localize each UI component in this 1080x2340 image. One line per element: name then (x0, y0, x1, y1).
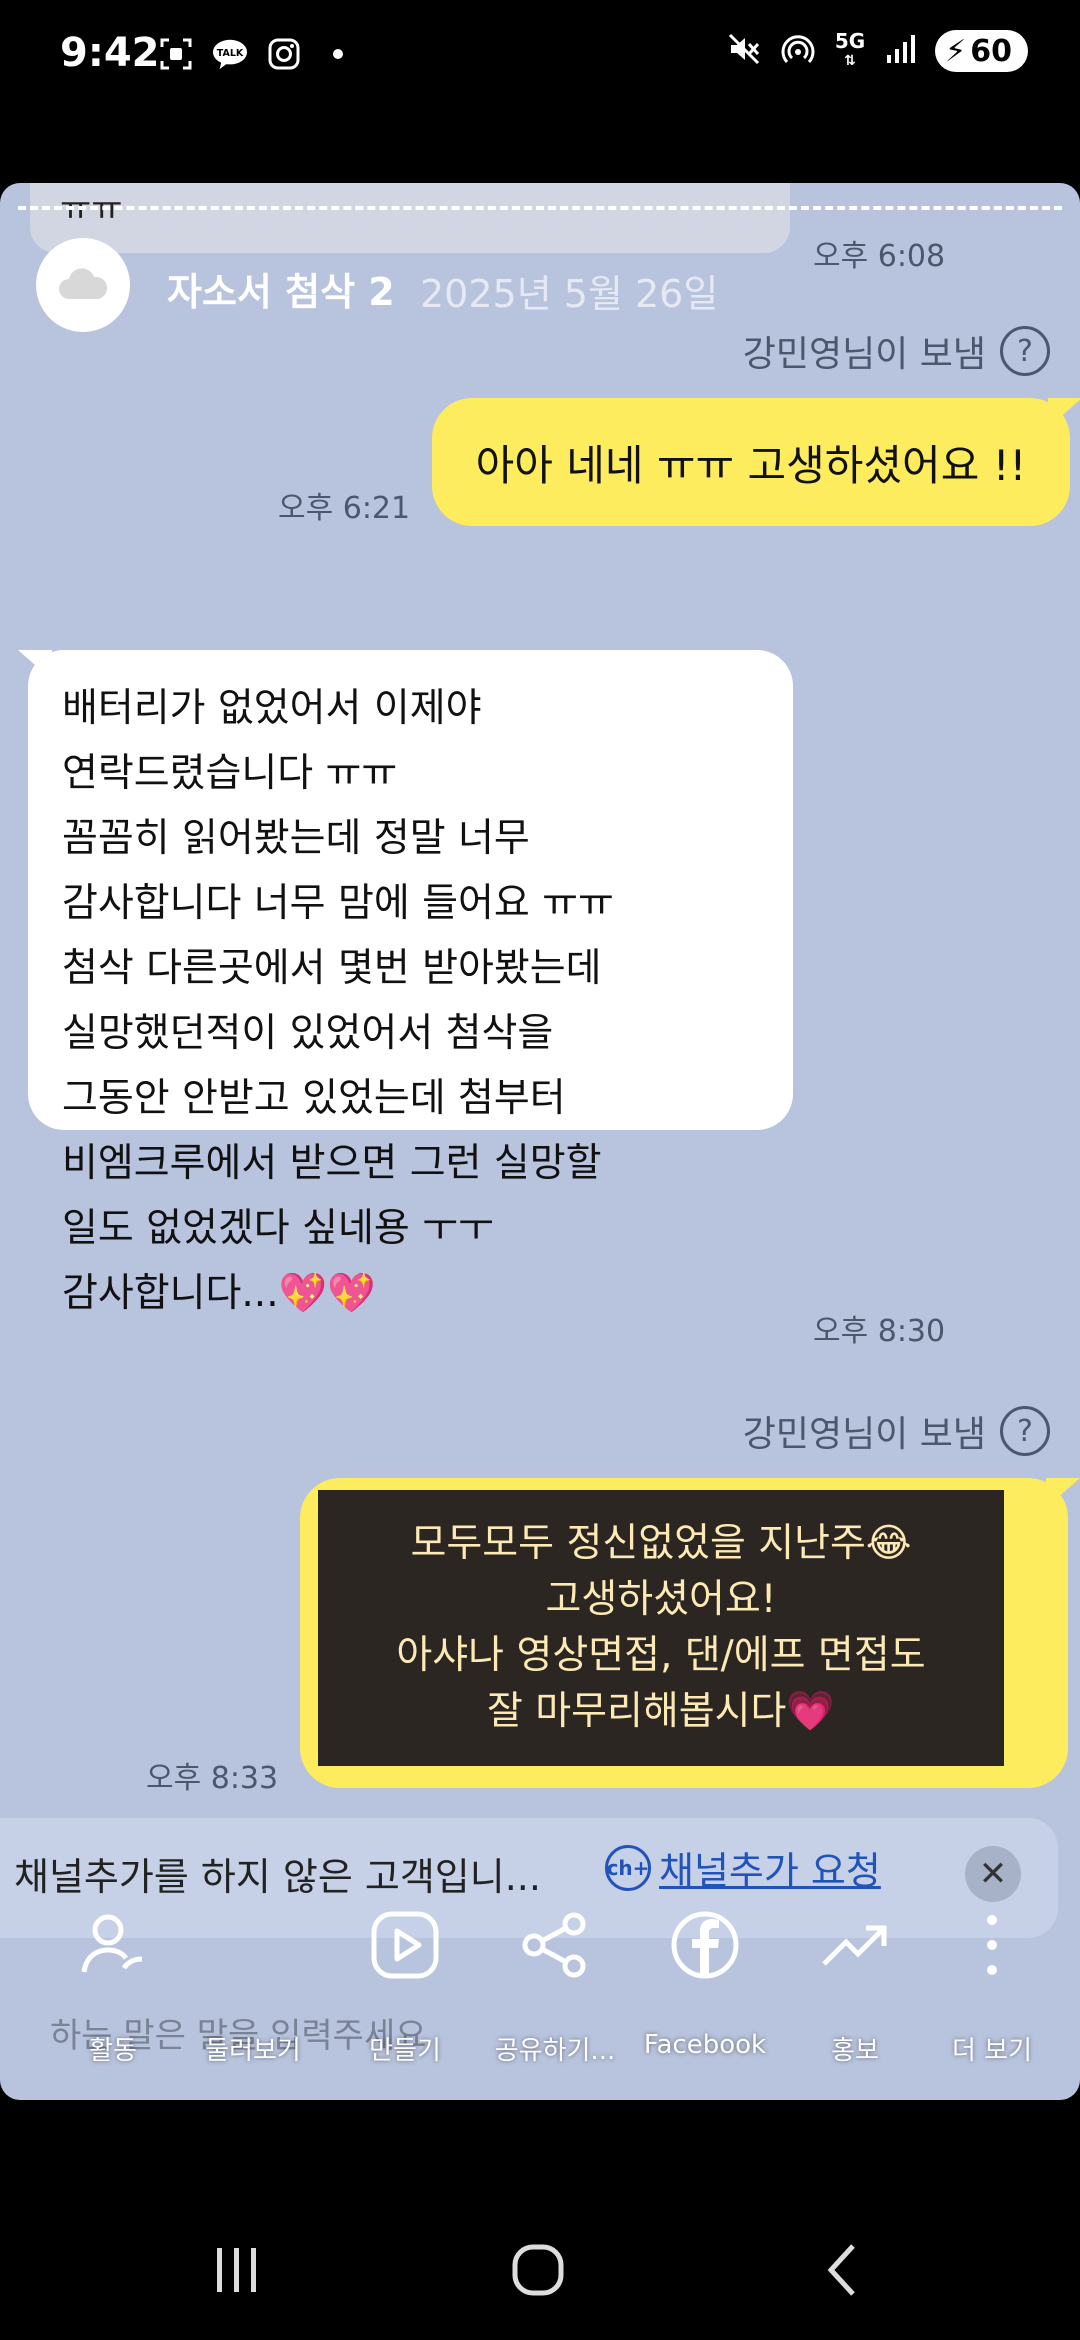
message-line: 연락드렸습니다 ㅠㅠ (62, 751, 398, 796)
action-share[interactable]: 공유하기... (480, 1900, 630, 2067)
chat-room-date: 2025년 5월 26일 (420, 272, 719, 316)
timestamp: 오후 6:21 (278, 491, 411, 526)
instagram-icon (266, 36, 302, 72)
status-left-icons: TALK (158, 36, 356, 72)
more-vertical-icon (982, 1900, 1002, 1990)
timestamp: 오후 6:08 (813, 239, 946, 274)
action-label: 만들기 (369, 2036, 441, 2066)
kakaotalk-icon: TALK (212, 36, 248, 72)
action-label: 더 보기 (951, 2036, 1033, 2066)
message-text: 아아 네네 ㅠㅠ 고생하셨어요 !! (475, 440, 1027, 490)
channel-notice-text: 채널추가를 하지 않은 고객입니... (14, 1855, 541, 1899)
sent-by-text: 강민영님이 보냄 (742, 1414, 986, 1455)
sent-by-label: 강민영님이 보냄 ? (743, 1405, 1050, 1457)
message-image-text: 모두모두 정신없었을 지난주😂 고생하셨어요! 아샤나 영상면접, 댄/에프 면… (318, 1490, 1004, 1766)
action-promote[interactable]: 홍보 (780, 1900, 930, 2067)
message-line: 아샤나 영상면접, 댄/에프 면접도 (396, 1633, 926, 1678)
facebook-icon (668, 1900, 742, 1990)
message-line: 비엠크루에서 받으면 그런 실망할 (62, 1141, 602, 1186)
bubble-tail (1046, 1478, 1080, 1508)
channel-add-icon: ch+ (605, 1844, 651, 1891)
message-line: 잘 마무리해봅시다💗 (487, 1689, 835, 1734)
back-icon[interactable] (797, 2230, 887, 2310)
share-action-bar: 활동 둘러보기 만들기 공유하기... Facebook 홍보 더 보기 (0, 1900, 1080, 2125)
recents-icon[interactable] (192, 2230, 282, 2310)
action-label: Facebook (643, 2030, 767, 2060)
bubble-tail (18, 650, 52, 680)
message-line: 고생하셨어요! (545, 1577, 777, 1622)
cloud-icon (59, 268, 108, 299)
signal-icon (885, 33, 916, 69)
action-label: 홍보 (831, 2036, 879, 2066)
chat-room-title: 자소서 첨삭 2 (167, 270, 395, 314)
share-icon (518, 1900, 592, 1990)
message-line: 실망했던적이 있었어서 첨삭을 (62, 1011, 554, 1056)
help-icon[interactable]: ? (1000, 326, 1050, 376)
battery-level: 60 (970, 33, 1012, 69)
svg-text:TALK: TALK (217, 48, 244, 59)
sent-by-text: 강민영님이 보냄 (742, 334, 986, 375)
network-label: 5G (834, 29, 866, 53)
battery-indicator: ⚡ 60 (935, 30, 1028, 72)
message-line: 모두모두 정신없었을 지난주😂 (410, 1521, 912, 1566)
message-line: 꼼꼼히 읽어봤는데 정말 너무 (62, 816, 530, 861)
action-more[interactable]: 더 보기 (917, 1900, 1067, 2067)
timestamp: 오후 8:33 (146, 1761, 279, 1796)
message-line: 그동안 안받고 있었는데 첨부터 (62, 1076, 566, 1121)
action-browse[interactable]: 둘러보기 (178, 1900, 328, 2067)
action-facebook[interactable]: Facebook (630, 1900, 780, 2060)
trending-icon (818, 1900, 892, 1990)
message-line: 배터리가 없었어서 이제야 (62, 686, 482, 731)
action-create[interactable]: 만들기 (330, 1900, 480, 2067)
bubble-tail (1048, 398, 1080, 428)
status-time: 9:42 (60, 30, 160, 76)
person-activity-icon (76, 1900, 150, 1990)
outgoing-message: 모두모두 정신없었을 지난주😂 고생하셨어요! 아샤나 영상면접, 댄/에프 면… (300, 1478, 1080, 1788)
hotspot-icon (781, 32, 815, 70)
status-bar: 9:42 TALK 5G ⇅ ⚡ 60 (0, 0, 1080, 110)
action-activity[interactable]: 활동 (38, 1900, 188, 2067)
chat-screenshot-card[interactable]: ㅠㅠ 오후 6:08 자소서 첨삭 2 2025년 5월 26일 강민영님이 보… (0, 183, 1080, 2100)
mute-icon (727, 32, 761, 70)
sent-by-label: 강민영님이 보냄 ? (743, 325, 1050, 377)
system-nav-bar (0, 2195, 1080, 2340)
outgoing-message: 아아 네네 ㅠㅠ 고생하셨어요 !! (432, 398, 1080, 526)
close-icon[interactable]: ✕ (965, 1846, 1021, 1902)
action-label: 공유하기... (494, 2036, 616, 2066)
channel-request-label: 채널추가 요청 (659, 1849, 881, 1893)
screenshot-icon (158, 36, 194, 72)
play-icon (368, 1900, 442, 1990)
message-line: 감사합니다...💖💖 (62, 1271, 376, 1316)
status-right-icons: 5G ⇅ ⚡ 60 (727, 30, 1028, 72)
action-label: 활동 (89, 2036, 137, 2066)
clipped-previous-bubble (30, 183, 790, 253)
message-line: 일도 없었겠다 싶네용 ㅜㅜ (62, 1206, 494, 1251)
dashed-divider (18, 206, 1062, 210)
channel-add-request-link[interactable]: ch+ 채널추가 요청 (605, 1840, 881, 1895)
action-label: 둘러보기 (205, 2036, 301, 2066)
charging-icon: ⚡ (945, 33, 967, 69)
timestamp: 오후 8:30 (813, 1314, 946, 1349)
incoming-message: 배터리가 없었어서 이제야 연락드렸습니다 ㅠㅠ 꼼꼼히 읽어봤는데 정말 너무… (18, 650, 793, 1316)
home-icon[interactable] (493, 2230, 583, 2310)
5g-icon: 5G ⇅ (834, 29, 866, 69)
avatar[interactable] (36, 238, 130, 332)
message-line: 첨삭 다른곳에서 몇번 받아봤는데 (62, 946, 602, 991)
help-icon[interactable]: ? (1000, 1406, 1050, 1456)
message-text-block: 배터리가 없었어서 이제야 연락드렸습니다 ㅠㅠ 꼼꼼히 읽어봤는데 정말 너무… (62, 676, 614, 1326)
message-line: 감사합니다 너무 맘에 들어요 ㅠㅠ (62, 881, 614, 926)
notification-dot-icon (320, 36, 356, 72)
